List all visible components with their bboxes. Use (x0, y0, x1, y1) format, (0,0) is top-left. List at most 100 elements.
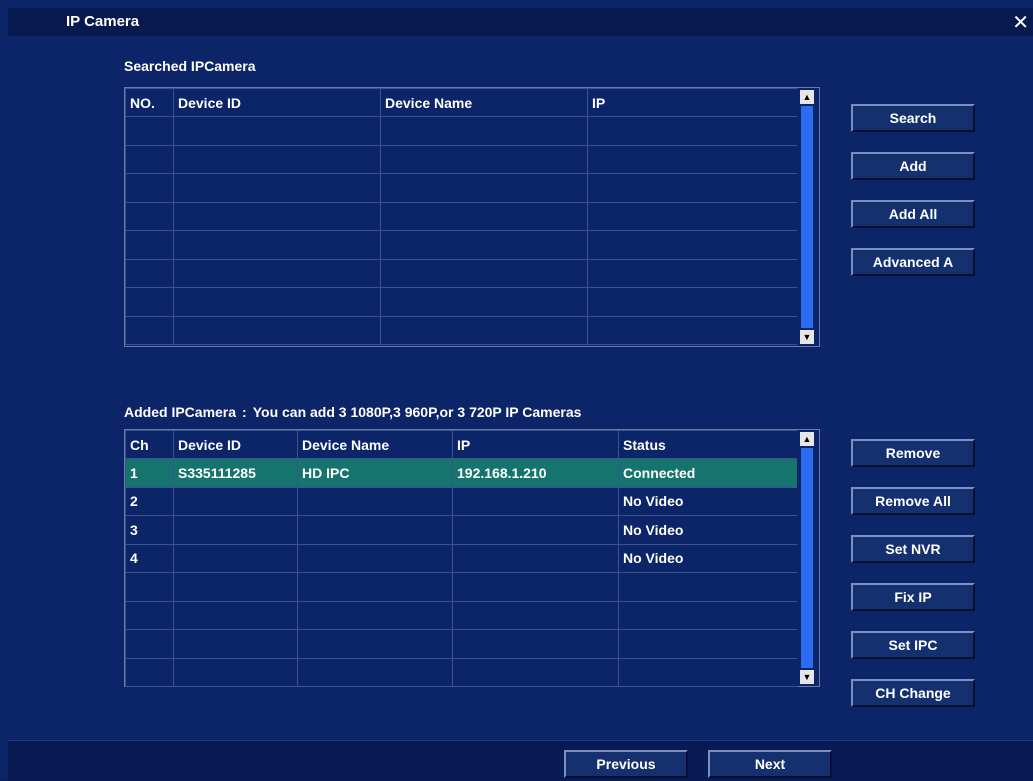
added-table-cell (173, 572, 298, 602)
added-col-device-id[interactable]: Device ID (173, 430, 298, 459)
searched-table-cell (125, 230, 174, 260)
search-button[interactable]: Search (851, 104, 975, 132)
searched-table-cell (173, 201, 381, 231)
searched-table-row[interactable] (125, 201, 798, 231)
title-bar: IP Camera ✕ (8, 8, 1033, 36)
searched-table-cell (125, 144, 174, 174)
added-table-cell: S335111285 (173, 458, 298, 488)
scroll-down-icon[interactable]: ▼ (800, 330, 814, 344)
added-table-cell (452, 543, 619, 573)
searched-table-cell (173, 287, 381, 317)
added-scrollbar[interactable]: ▲ ▼ (797, 430, 817, 686)
added-table-cell (452, 486, 619, 516)
ch-change-button[interactable]: CH Change (851, 679, 975, 707)
searched-col-ip[interactable]: IP (587, 88, 798, 117)
searched-section-label: Searched IPCamera (124, 58, 256, 74)
added-table-cell (297, 600, 453, 630)
added-table-row[interactable] (125, 600, 798, 630)
added-table-cell (297, 543, 453, 573)
searched-table-cell (587, 258, 798, 288)
added-table-row[interactable]: 1 S335111285 HD IPC 192.168.1.210 Connected (125, 458, 798, 488)
added-col-status[interactable]: Status (618, 430, 798, 459)
added-col-device-name[interactable]: Device Name (297, 430, 453, 459)
scroll-up-icon[interactable]: ▲ (800, 432, 814, 446)
label-separator: : (242, 404, 247, 420)
searched-table-row[interactable] (125, 287, 798, 317)
added-grid: Ch Device ID Device Name IP Status 1 S335… (125, 430, 798, 687)
searched-table-cell (125, 287, 174, 317)
set-ipc-button[interactable]: Set IPC (851, 631, 975, 659)
searched-scroll-track[interactable] (801, 106, 813, 328)
added-col-ip[interactable]: IP (452, 430, 619, 459)
added-table-row[interactable] (125, 657, 798, 687)
window-title: IP Camera (66, 13, 140, 30)
added-table-cell (452, 515, 619, 545)
added-table-cell (452, 600, 619, 630)
added-table-cell (297, 515, 453, 545)
added-table: Ch Device ID Device Name IP Status 1 S335… (124, 429, 820, 687)
added-table-cell (125, 629, 174, 659)
searched-table-cell (587, 287, 798, 317)
added-table-row[interactable]: 4 No Video (125, 543, 798, 573)
next-button[interactable]: Next (708, 750, 832, 778)
scroll-down-icon[interactable]: ▼ (800, 670, 814, 684)
added-col-ch[interactable]: Ch (125, 430, 174, 459)
previous-button[interactable]: Previous (564, 750, 688, 778)
fix-ip-button[interactable]: Fix IP (851, 583, 975, 611)
close-icon[interactable]: ✕ (1012, 10, 1029, 35)
searched-table-cell (173, 116, 381, 146)
searched-table-cell (125, 173, 174, 203)
searched-table-cell (173, 258, 381, 288)
searched-table-cell (125, 258, 174, 288)
added-table-cell (125, 572, 174, 602)
searched-table-cell (173, 173, 381, 203)
added-table-cell: Connected (618, 458, 798, 488)
searched-table-row[interactable] (125, 144, 798, 174)
added-table-row[interactable] (125, 572, 798, 602)
added-table-cell: HD IPC (297, 458, 453, 488)
added-section-label: Added IPCamera: You can add 3 1080P,3 960… (124, 404, 581, 420)
searched-grid: NO. Device ID Device Name IP (125, 88, 798, 345)
add-button[interactable]: Add (851, 152, 975, 180)
main-panel: Searched IPCamera NO. Device ID Device N… (8, 36, 1033, 736)
remove-button[interactable]: Remove (851, 439, 975, 467)
advanced-add-button[interactable]: Advanced A (851, 248, 975, 276)
added-table-cell: No Video (618, 515, 798, 545)
searched-table-cell (587, 230, 798, 260)
searched-table-cell (380, 173, 588, 203)
added-table-row[interactable] (125, 629, 798, 659)
searched-table-cell (380, 116, 588, 146)
added-table-cell (297, 657, 453, 687)
searched-table-cell (125, 201, 174, 231)
added-table-row[interactable]: 2 No Video (125, 486, 798, 516)
searched-col-no[interactable]: NO. (125, 88, 174, 117)
ip-camera-window: IP Camera ✕ Searched IPCamera NO. Device… (0, 0, 1033, 781)
added-table-cell: 4 (125, 543, 174, 573)
searched-table-row[interactable] (125, 173, 798, 203)
searched-table: NO. Device ID Device Name IP ▲ ▼ (124, 87, 820, 347)
added-table-cell (173, 515, 298, 545)
searched-col-device-name[interactable]: Device Name (380, 88, 588, 117)
searched-table-cell (587, 116, 798, 146)
searched-table-row[interactable] (125, 315, 798, 345)
added-table-cell (125, 600, 174, 630)
remove-all-button[interactable]: Remove All (851, 487, 975, 515)
searched-table-row[interactable] (125, 258, 798, 288)
added-table-cell (173, 629, 298, 659)
searched-table-cell (587, 144, 798, 174)
searched-table-cell (587, 315, 798, 345)
added-table-cell (297, 629, 453, 659)
added-table-row[interactable]: 3 No Video (125, 515, 798, 545)
added-table-cell: 2 (125, 486, 174, 516)
set-nvr-button[interactable]: Set NVR (851, 535, 975, 563)
searched-scrollbar[interactable]: ▲ ▼ (797, 88, 817, 346)
added-table-cell: 1 (125, 458, 174, 488)
add-all-button[interactable]: Add All (851, 200, 975, 228)
searched-table-row[interactable] (125, 116, 798, 146)
scroll-up-icon[interactable]: ▲ (800, 90, 814, 104)
searched-table-row[interactable] (125, 230, 798, 260)
added-scroll-track[interactable] (801, 448, 813, 668)
searched-col-device-id[interactable]: Device ID (173, 88, 381, 117)
added-table-cell (618, 572, 798, 602)
searched-table-cell (380, 287, 588, 317)
